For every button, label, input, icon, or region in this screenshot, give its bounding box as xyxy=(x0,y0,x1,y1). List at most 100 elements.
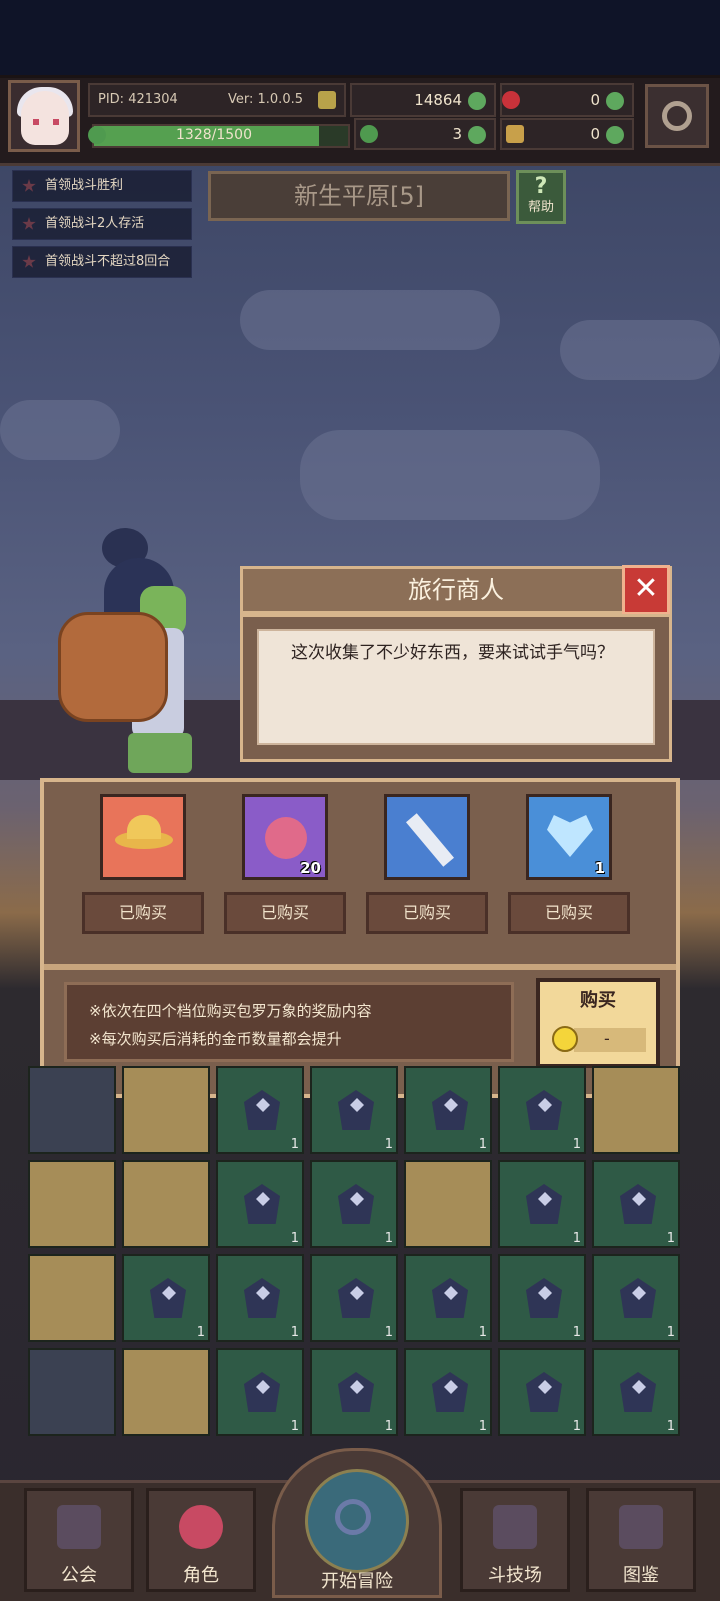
shop-panel: 20 1 已购买 已购买 已购买 已购买 ※依次在四个档位购买包罗万象的奖励内容… xyxy=(40,778,680,1098)
terrain-tile[interactable] xyxy=(28,1348,116,1436)
crystal-tile[interactable]: 1 xyxy=(404,1066,492,1154)
player-id: PID: 421304 xyxy=(98,92,178,107)
crystal-tile[interactable]: 1 xyxy=(216,1160,304,1248)
crystal-tile[interactable]: 1 xyxy=(216,1254,304,1342)
peach-fruit-icon xyxy=(265,817,307,859)
tile-quantity: 1 xyxy=(572,1325,581,1340)
coin-bag-icon xyxy=(318,91,336,109)
shop-note: ※每次购买后消耗的金币数量都会提升 xyxy=(89,1030,342,1048)
crystal-tile[interactable]: 1 xyxy=(498,1066,586,1154)
shop-item-slot[interactable]: 1 xyxy=(526,794,612,880)
item-quantity: 1 xyxy=(594,859,605,877)
settings-button[interactable] xyxy=(645,84,709,148)
add-key-icon[interactable] xyxy=(606,126,624,144)
add-clover-icon[interactable] xyxy=(468,126,486,144)
terrain-tile[interactable] xyxy=(122,1066,210,1154)
game-version: Ver: 1.0.0.5 xyxy=(228,92,303,107)
tile-quantity: 1 xyxy=(290,1231,299,1246)
tile-quantity: 1 xyxy=(572,1137,581,1152)
crossed-swords-icon xyxy=(493,1505,537,1549)
cloud xyxy=(300,430,600,520)
nav-guild[interactable]: 公会 xyxy=(24,1488,134,1592)
start-adventure-button[interactable]: 开始冒险 xyxy=(272,1448,442,1598)
tile-quantity: 1 xyxy=(478,1419,487,1434)
nav-character[interactable]: 角色 xyxy=(146,1488,256,1592)
key-counter: 0 xyxy=(500,118,634,150)
close-button[interactable]: ✕ xyxy=(622,565,670,615)
gem-value: 0 xyxy=(590,91,600,109)
help-button[interactable]: ? 帮助 xyxy=(516,170,566,224)
crystal-tile[interactable]: 1 xyxy=(498,1160,586,1248)
crystal-tile[interactable]: 1 xyxy=(592,1348,680,1436)
divider xyxy=(44,964,676,970)
buy-label: 购买 xyxy=(580,990,616,1011)
area-name-banner: 新生平原[5] xyxy=(208,171,510,221)
star-icon xyxy=(22,255,36,268)
tile-quantity: 1 xyxy=(572,1231,581,1246)
terrain-tile[interactable] xyxy=(404,1160,492,1248)
nav-arena[interactable]: 斗技场 xyxy=(460,1488,570,1592)
dialog-text: 这次收集了不少好东西，要来试试手气吗？ xyxy=(291,643,614,663)
add-gold-icon[interactable] xyxy=(468,92,486,110)
purchased-label: 已购买 xyxy=(224,892,346,934)
tile-quantity: 1 xyxy=(666,1419,675,1434)
crystal-tile[interactable]: 1 xyxy=(310,1348,398,1436)
terrain-tile[interactable] xyxy=(28,1066,116,1154)
tile-quantity: 1 xyxy=(478,1137,487,1152)
crystal-tile[interactable]: 1 xyxy=(498,1348,586,1436)
crystal-tile[interactable]: 1 xyxy=(310,1160,398,1248)
star-icon xyxy=(22,217,36,230)
question-icon: ? xyxy=(534,174,548,199)
crystal-tile[interactable]: 1 xyxy=(216,1348,304,1436)
shop-item-slot[interactable] xyxy=(100,794,186,880)
quest-item: 首领战斗胜利 xyxy=(12,170,192,202)
shop-note: ※依次在四个档位购买包罗万象的奖励内容 xyxy=(89,1002,372,1020)
crystal-tile[interactable]: 1 xyxy=(404,1254,492,1342)
crystal-tile[interactable]: 1 xyxy=(592,1160,680,1248)
cloud xyxy=(240,290,500,350)
purchased-label: 已购买 xyxy=(82,892,204,934)
tile-quantity: 1 xyxy=(290,1325,299,1340)
cloud xyxy=(560,320,720,380)
crystal-tile[interactable]: 1 xyxy=(592,1254,680,1342)
crystal-tile[interactable]: 1 xyxy=(310,1066,398,1154)
tile-quantity: 1 xyxy=(384,1231,393,1246)
quest-item: 首领战斗不超过8回合 xyxy=(12,246,192,278)
gear-icon xyxy=(662,101,692,131)
terrain-tile[interactable] xyxy=(592,1066,680,1154)
terrain-tile[interactable] xyxy=(122,1348,210,1436)
shop-item-slot[interactable]: 20 xyxy=(242,794,328,880)
crystal-tile[interactable]: 1 xyxy=(122,1254,210,1342)
buy-button[interactable]: 购买 - xyxy=(536,978,660,1068)
ruby-icon xyxy=(502,91,520,109)
guild-hall-icon xyxy=(57,1505,101,1549)
dialog-title: 旅行商人 xyxy=(240,566,672,614)
codex-book-icon xyxy=(619,1505,663,1549)
dialog-body: 这次收集了不少好东西，要来试试手气吗？ xyxy=(240,614,672,762)
dungeon-grid: 1 1 1 1 1 1 1 1 1 1 1 1 1 1 1 1 1 1 1 xyxy=(24,1066,696,1466)
magnifier-icon xyxy=(335,1499,371,1535)
help-label: 帮助 xyxy=(527,200,554,215)
merchant-character xyxy=(58,528,228,776)
terrain-tile[interactable] xyxy=(28,1160,116,1248)
add-gem-icon[interactable] xyxy=(606,92,624,110)
crystal-tile[interactable]: 1 xyxy=(404,1348,492,1436)
avatar[interactable] xyxy=(8,80,80,152)
key-icon xyxy=(506,125,524,143)
terrain-tile[interactable] xyxy=(28,1254,116,1342)
gold-value: 14864 xyxy=(414,91,462,109)
tile-quantity: 1 xyxy=(196,1325,205,1340)
shop-item-slot[interactable] xyxy=(384,794,470,880)
crystal-tile[interactable]: 1 xyxy=(310,1254,398,1342)
nav-codex[interactable]: 图鉴 xyxy=(586,1488,696,1592)
heart-gem-icon xyxy=(547,815,593,857)
crystal-tile[interactable]: 1 xyxy=(498,1254,586,1342)
gold-counter: 14864 xyxy=(350,83,496,117)
quest-item: 首领战斗2人存活 xyxy=(12,208,192,240)
terrain-tile[interactable] xyxy=(122,1160,210,1248)
clover-value: 3 xyxy=(452,125,462,143)
crystal-tile[interactable]: 1 xyxy=(216,1066,304,1154)
purchased-label: 已购买 xyxy=(366,892,488,934)
tile-quantity: 1 xyxy=(384,1325,393,1340)
gem-counter: 0 xyxy=(500,83,634,117)
